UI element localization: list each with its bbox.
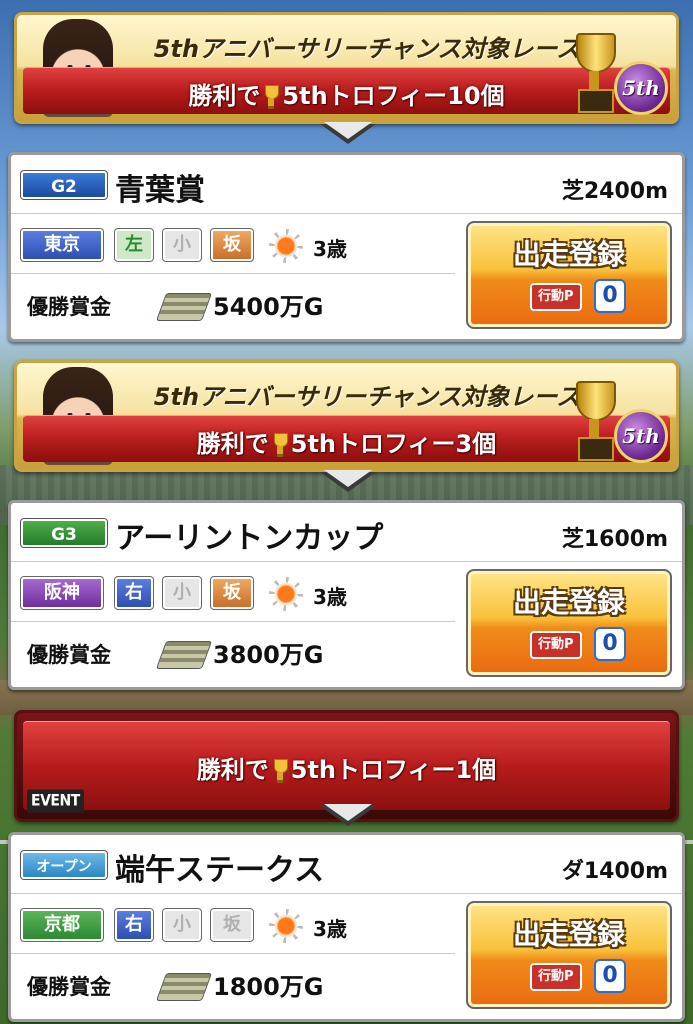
- prize-amount: 1800万G: [213, 973, 324, 1001]
- size-tag: 小: [162, 908, 202, 942]
- entry-label: 出走登録: [512, 918, 625, 951]
- slope-tag: 坂: [210, 908, 254, 942]
- weather-sun-icon: [269, 577, 303, 611]
- reward-prefix: 勝利で: [196, 756, 269, 784]
- pointer-arrow-icon: [320, 122, 376, 144]
- size-tag: 小: [162, 228, 202, 262]
- anniversary-badge: 5th: [614, 61, 668, 115]
- weather-sun-icon: [269, 229, 303, 263]
- trophy-icon: [264, 85, 280, 109]
- reward-prefix: 勝利で: [188, 82, 261, 110]
- money-stack-icon: [155, 641, 213, 669]
- reward-text: 5thトロフィー10個: [282, 82, 505, 110]
- anniversary-banner-2: 5thアニバーサリーチャンス対象レース 勝利で 5thトロフィー3個 5th: [14, 360, 679, 472]
- banner-title: 5thアニバーサリーチャンス対象レース: [153, 383, 581, 411]
- trophy-icon: [273, 433, 288, 457]
- pointer-arrow-icon: [320, 470, 376, 492]
- anniversary-badge: 5th: [614, 409, 668, 463]
- direction-tag: 右: [114, 908, 154, 942]
- venue-tag: 京都: [20, 908, 104, 942]
- race-name: 青葉賞: [115, 173, 205, 208]
- money-stack-icon: [155, 293, 213, 321]
- prize-amount: 3800万G: [213, 641, 324, 669]
- size-tag: 小: [162, 576, 202, 610]
- action-point-label: 行動P: [530, 631, 582, 659]
- weather-sun-icon: [269, 909, 303, 943]
- entry-label: 出走登録: [512, 586, 625, 619]
- pointer-arrow-icon: [320, 804, 376, 826]
- race-name: 端午ステークス: [115, 853, 325, 888]
- entry-register-button[interactable]: 出走登録 行動P 0: [466, 569, 672, 677]
- race-name: アーリントンカップ: [115, 521, 384, 556]
- anniversary-banner-1: 5thアニバーサリーチャンス対象レース 勝利で 5thトロフィー10個 5th: [14, 12, 679, 124]
- event-tag: EVENT: [27, 789, 84, 813]
- reward-text: 5thトロフィー3個: [290, 430, 497, 458]
- race-card-1: G2 青葉賞 芝2400m 東京 左 小 坂 3歳 優勝賞金 5400万G 出走…: [8, 152, 685, 342]
- age-condition: 3歳: [313, 585, 347, 609]
- entry-register-button[interactable]: 出走登録 行動P 0: [466, 221, 672, 329]
- reward-bar: 勝利で 5thトロフィー1個: [23, 721, 670, 810]
- race-card-3: オープン 端午ステークス ダ1400m 京都 右 小 坂 3歳 優勝賞金 180…: [8, 832, 685, 1022]
- money-stack-icon: [155, 973, 213, 1001]
- age-condition: 3歳: [313, 237, 347, 261]
- slope-tag: 坂: [210, 576, 254, 610]
- prize-amount: 5400万G: [213, 293, 324, 321]
- action-point-label: 行動P: [530, 283, 582, 311]
- prize-label: 優勝賞金: [27, 295, 111, 319]
- action-point-value: 0: [594, 627, 626, 661]
- banner-title: 5thアニバーサリーチャンス対象レース: [153, 35, 581, 63]
- reward-prefix: 勝利で: [196, 430, 269, 458]
- race-distance: 芝1600m: [561, 527, 668, 552]
- race-card-2: G3 アーリントンカップ 芝1600m 阪神 右 小 坂 3歳 優勝賞金 380…: [8, 500, 685, 690]
- big-trophy-icon: [572, 381, 616, 465]
- venue-tag: 阪神: [20, 576, 104, 610]
- prize-label: 優勝賞金: [27, 643, 111, 667]
- race-distance: ダ1400m: [561, 859, 668, 884]
- grade-badge: G2: [20, 170, 108, 200]
- action-point-value: 0: [594, 279, 626, 313]
- big-trophy-icon: [572, 33, 616, 117]
- entry-register-button[interactable]: 出走登録 行動P 0: [466, 901, 672, 1009]
- age-condition: 3歳: [313, 917, 347, 941]
- direction-tag: 右: [114, 576, 154, 610]
- grade-badge: オープン: [20, 850, 108, 880]
- reward-text: 5thトロフィー1個: [290, 756, 497, 784]
- trophy-icon: [273, 759, 288, 783]
- slope-tag: 坂: [210, 228, 254, 262]
- direction-tag: 左: [114, 228, 154, 262]
- race-distance: 芝2400m: [561, 179, 668, 204]
- grade-badge: G3: [20, 518, 108, 548]
- prize-label: 優勝賞金: [27, 975, 111, 999]
- action-point-value: 0: [594, 959, 626, 993]
- venue-tag: 東京: [20, 228, 104, 262]
- entry-label: 出走登録: [512, 238, 625, 271]
- action-point-label: 行動P: [530, 963, 582, 991]
